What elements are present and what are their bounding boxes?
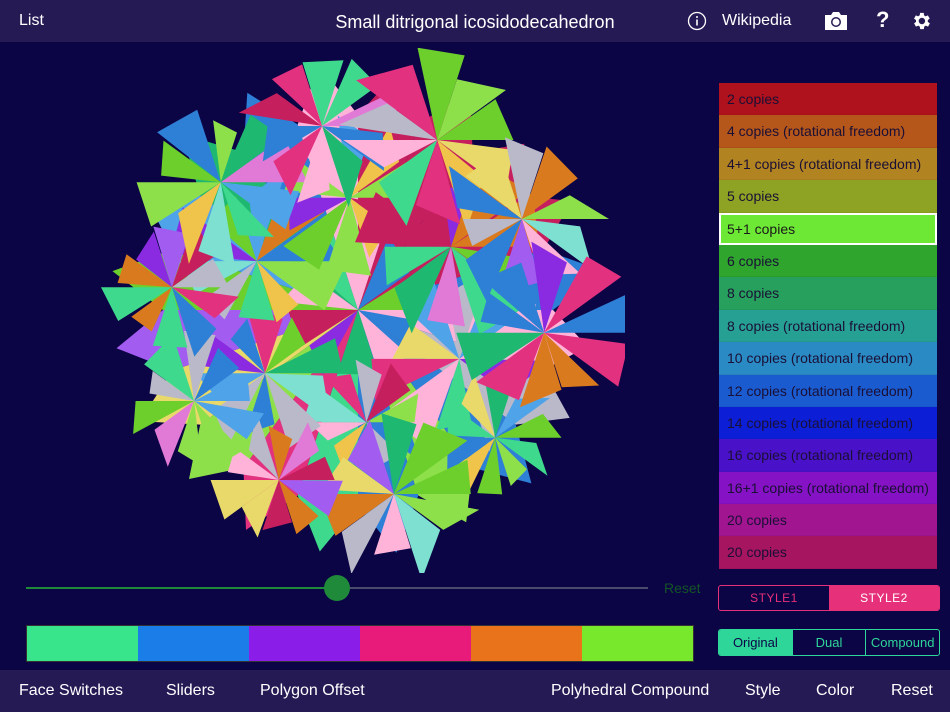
polyhedron-view[interactable] [95, 48, 625, 573]
wikipedia-link[interactable]: Wikipedia [722, 12, 791, 30]
face-switches-button[interactable]: Face Switches [19, 682, 123, 700]
copies-item[interactable]: 8 copies [719, 277, 937, 310]
segment-style1[interactable]: STYLE1 [719, 586, 829, 610]
color-swatch[interactable] [249, 626, 360, 661]
camera-icon[interactable] [823, 10, 849, 32]
slider-thumb[interactable] [324, 575, 350, 601]
copies-item[interactable]: 5 copies [719, 180, 937, 213]
color-swatch[interactable] [360, 626, 471, 661]
color-swatch[interactable] [27, 626, 138, 661]
info-icon[interactable] [687, 11, 707, 31]
copies-item[interactable]: 6 copies [719, 244, 937, 278]
style-segmented-control: STYLE1 STYLE2 [718, 585, 940, 611]
page-title: Small ditrigonal icosidodecahedron [335, 12, 615, 32]
sliders-button[interactable]: Sliders [166, 682, 215, 700]
color-swatch[interactable] [138, 626, 249, 661]
segment-compound[interactable]: Compound [866, 630, 939, 655]
segment-dual[interactable]: Dual [793, 630, 867, 655]
segment-style2[interactable]: STYLE2 [829, 586, 939, 610]
slider-reset-button[interactable]: Reset [664, 580, 701, 596]
top-bar: List Small ditrigonal icosidodecahedron … [0, 0, 950, 42]
gear-icon[interactable] [910, 10, 932, 32]
polygon-offset-button[interactable]: Polygon Offset [260, 682, 365, 700]
copies-item[interactable]: 5+1 copies [719, 212, 937, 245]
copies-item[interactable]: 16+1 copies (rotational freedom) [719, 471, 937, 505]
reset-button[interactable]: Reset [891, 682, 933, 700]
help-icon[interactable]: ? [876, 7, 889, 33]
mode-segmented-control: Original Dual Compound [718, 629, 940, 656]
copies-item[interactable]: 8 copies (rotational freedom) [719, 309, 937, 343]
list-button[interactable]: List [19, 12, 44, 30]
copies-item[interactable]: 20 copies [719, 504, 937, 537]
style-button[interactable]: Style [745, 682, 781, 700]
color-button[interactable]: Color [816, 682, 854, 700]
copies-item[interactable]: 4+1 copies (rotational freedom) [719, 147, 937, 181]
color-swatch[interactable] [582, 626, 693, 661]
copies-list: 2 copies 4 copies (rotational freedom) 4+1… [719, 83, 937, 569]
segment-original[interactable]: Original [719, 630, 793, 655]
color-strip [26, 625, 694, 662]
color-swatch[interactable] [471, 626, 582, 661]
slider-fill [26, 587, 337, 589]
copies-item[interactable]: 4 copies (rotational freedom) [719, 115, 937, 148]
copies-item[interactable]: 10 copies (rotational freedom) [719, 342, 937, 375]
copies-item[interactable]: 20 copies [719, 536, 937, 569]
copies-item[interactable]: 2 copies [719, 83, 937, 116]
copies-item[interactable]: 16 copies (rotational freedom) [719, 439, 937, 472]
copies-item[interactable]: 14 copies (rotational freedom) [719, 406, 937, 440]
copies-item[interactable]: 12 copies (rotational freedom) [719, 374, 937, 407]
polyhedron-model [101, 48, 625, 573]
bottom-bar: Face Switches Sliders Polygon Offset Pol… [0, 670, 950, 712]
polyhedral-compound-button[interactable]: Polyhedral Compound [551, 682, 709, 700]
